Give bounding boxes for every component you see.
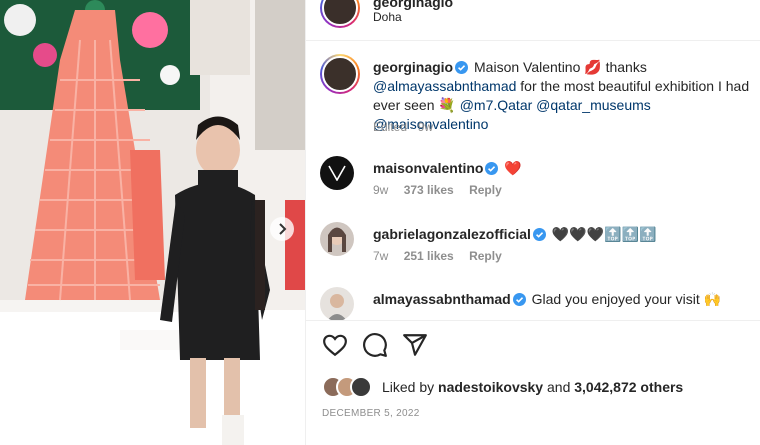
valentino-logo-icon — [328, 165, 346, 181]
comment-avatar[interactable] — [320, 156, 354, 190]
liker-avatars — [322, 376, 380, 398]
comment-age[interactable]: 9w — [373, 183, 388, 197]
author-username[interactable]: georginagio — [373, 0, 453, 10]
avatar-photo — [328, 227, 346, 252]
comment-username[interactable]: maisonvalentino — [373, 160, 483, 176]
comment-body: Glad you enjoyed your visit 🙌 — [531, 291, 722, 307]
comment-item: almayassabnthamad Glad you enjoyed your … — [320, 287, 750, 320]
comment-likes[interactable]: 373 likes — [404, 183, 454, 197]
likes-count[interactable]: 3,042,872 others — [574, 379, 683, 395]
actions-divider — [306, 320, 760, 321]
liked-by-user[interactable]: nadestoikovsky — [438, 379, 543, 395]
post-header: georginagio Doha — [306, 0, 760, 34]
verified-badge-icon — [532, 228, 546, 241]
comment-text: maisonvalentino ❤️ — [373, 159, 522, 177]
verified-badge-icon — [455, 61, 469, 74]
comment-body: 🖤🖤🖤🔝🔝🔝 — [551, 226, 657, 242]
caption-meta: Edited · 9w — [373, 120, 433, 134]
comment-meta: 7w 251 likes Reply — [373, 249, 514, 263]
post-date[interactable]: DECEMBER 5, 2022 — [322, 408, 420, 419]
comment-body: ❤️ — [504, 160, 522, 176]
comment-meta: 9w 373 likes Reply — [373, 183, 514, 197]
verified-badge-icon — [512, 293, 526, 306]
comment-reply-button[interactable]: Reply — [469, 183, 502, 197]
caption-username[interactable]: georginagio — [373, 59, 453, 75]
liker-avatar[interactable] — [350, 376, 372, 398]
comment-avatar[interactable] — [320, 222, 354, 256]
comment-age[interactable]: 7w — [373, 249, 388, 263]
caption-mention-almayassa[interactable]: @almayassabnthamad — [373, 78, 516, 94]
verified-badge-icon — [485, 162, 499, 175]
comment-avatar[interactable] — [320, 287, 354, 320]
comments-list: georginagio Maison Valentino 💋 thanks @a… — [306, 40, 760, 320]
caption-body: Maison Valentino 💋 thanks — [474, 59, 647, 75]
photo-illustration — [0, 0, 305, 445]
liked-by-prefix: Liked by — [382, 379, 435, 395]
liked-by-text: Liked by nadestoikovsky and 3,042,872 ot… — [382, 379, 683, 395]
post-panel: georginagio Doha georginagio Maison Vale… — [305, 0, 760, 445]
comment-item: maisonvalentino ❤️ 9w 373 likes Reply — [320, 156, 750, 212]
carousel-next-button[interactable] — [270, 217, 294, 241]
comment-text: gabrielagonzalezofficial 🖤🖤🖤🔝🔝🔝 — [373, 225, 656, 243]
share-icon[interactable] — [402, 332, 428, 358]
comment-username[interactable]: almayassabnthamad — [373, 291, 511, 307]
liked-by-row: Liked by nadestoikovsky and 3,042,872 ot… — [322, 376, 752, 398]
meta-separator: · — [410, 120, 415, 134]
comment-icon[interactable] — [362, 332, 388, 358]
liked-by-and: and — [547, 379, 571, 395]
heart-icon[interactable] — [322, 332, 348, 358]
comment-username[interactable]: gabrielagonzalezofficial — [373, 226, 531, 242]
author-avatar[interactable] — [320, 0, 360, 28]
comment-reply-button[interactable]: Reply — [469, 249, 502, 263]
chevron-right-icon — [279, 223, 287, 235]
post-photo — [0, 0, 305, 445]
caption-mention-qatar-museums[interactable]: @qatar_museums — [536, 97, 651, 113]
caption-mention-m7[interactable]: @m7.Qatar — [460, 97, 533, 113]
avatar-photo — [327, 294, 347, 320]
edited-label: Edited — [373, 120, 408, 134]
caption-age[interactable]: 9w — [418, 120, 433, 134]
caption-avatar[interactable] — [320, 54, 360, 94]
post-actions — [306, 332, 760, 362]
comment-text: almayassabnthamad Glad you enjoyed your … — [373, 290, 721, 308]
post-location[interactable]: Doha — [373, 10, 402, 24]
comment-likes[interactable]: 251 likes — [404, 249, 454, 263]
comment-item: gabrielagonzalezofficial 🖤🖤🖤🔝🔝🔝 7w 251 l… — [320, 222, 750, 278]
